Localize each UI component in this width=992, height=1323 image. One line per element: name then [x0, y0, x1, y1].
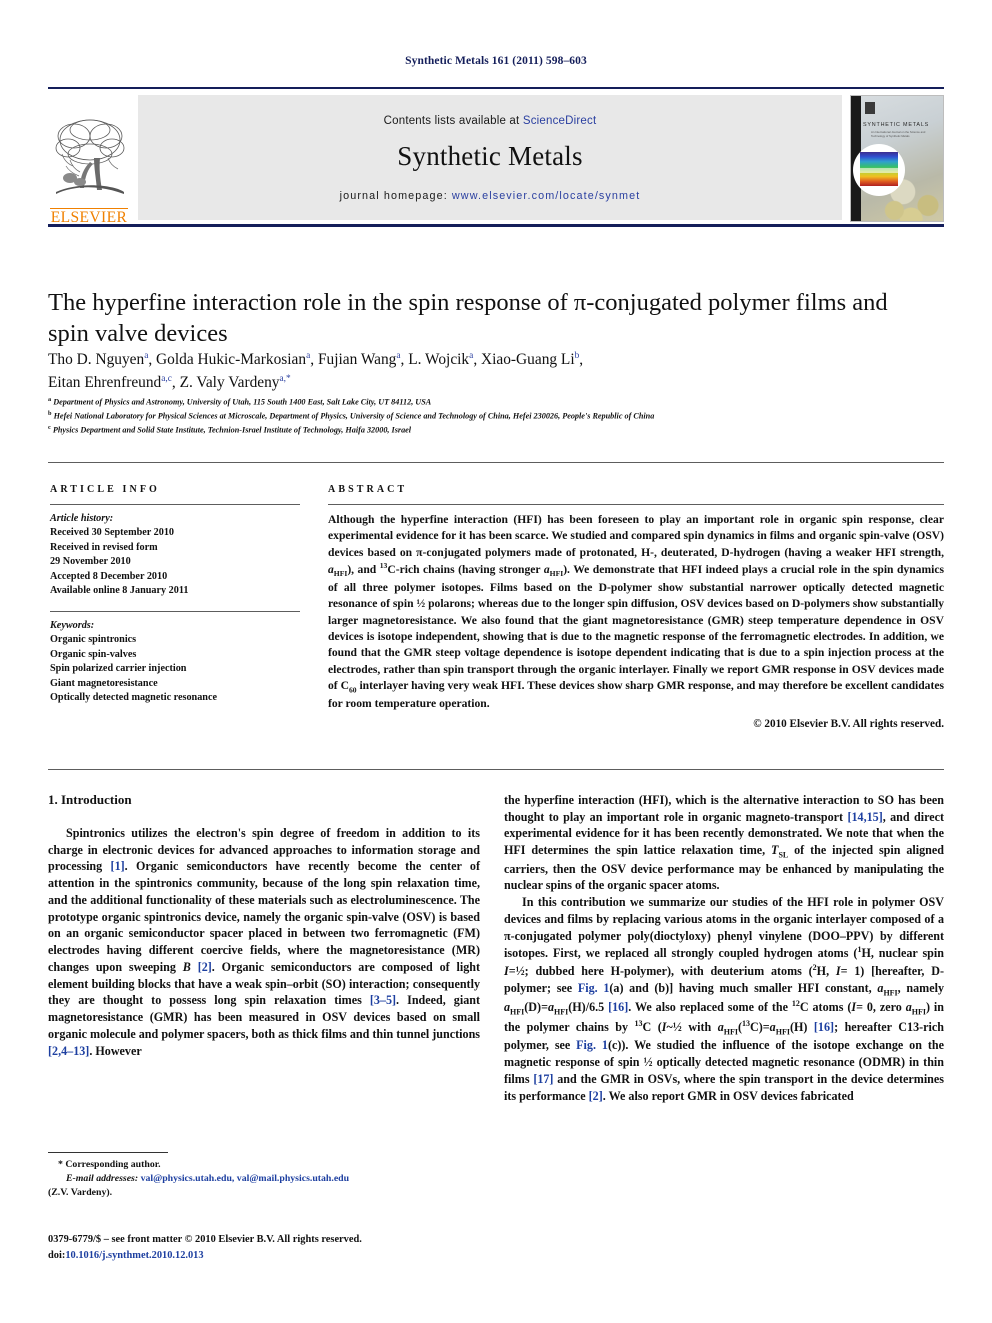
intro-paragraph-left: Spintronics utilizes the electron's spin… [48, 825, 480, 1059]
keyword-item: Organic spin-valves [50, 648, 137, 660]
affiliation-c: c Physics Department and Solid State Ins… [48, 424, 412, 435]
elsevier-logo: ELSEVIER [48, 95, 130, 226]
cover-spectrum-figure [860, 152, 898, 186]
article-page: Synthetic Metals 161 (2011) 598–603 ELSE… [0, 0, 992, 1323]
keyword-item: Spin polarized carrier injection [50, 663, 187, 675]
keyword-item: Optically detected magnetic resonance [50, 692, 218, 704]
keyword-item: Giant magnetoresistance [50, 677, 158, 689]
journal-homepage-line: journal homepage: www.elsevier.com/locat… [340, 190, 641, 202]
abstract-body: Although the hyperfine interaction (HFI)… [328, 513, 944, 710]
masthead-bottom-rule [48, 224, 944, 227]
abstract-rule [328, 504, 944, 505]
keywords-label: Keywords: [50, 619, 95, 631]
cover-journal-subtitle: An International Journal on the Science … [871, 130, 926, 138]
history-item: Received 30 September 2010 [50, 527, 175, 539]
author-line-1: Tho D. Nguyena, Golda Hukic-Markosiana, … [48, 350, 584, 368]
homepage-prefix: journal homepage: [339, 190, 452, 202]
cover-oval-inset [853, 144, 905, 196]
page-title: The hyperfine interaction role in the sp… [48, 289, 888, 348]
abstract-copyright: © 2010 Elsevier B.V. All rights reserved… [753, 718, 944, 731]
paragraph: Spintronics utilizes the electron's spin… [48, 826, 481, 1058]
paragraph: In this contribution we summarize our st… [504, 895, 945, 1103]
keywords-block: Keywords: Organic spintronics Organic sp… [50, 619, 300, 706]
email-link[interactable]: val@physics.utah.edu, val@mail.physics.u… [141, 1173, 350, 1184]
article-history-block: Article history: Received 30 September 2… [50, 512, 300, 599]
history-item: Accepted 8 December 2010 [50, 570, 168, 582]
issn-copyright-line: 0379-6779/$ – see front matter © 2010 El… [48, 1234, 362, 1245]
history-item: 29 November 2010 [50, 556, 131, 568]
history-item: Received in revised form [50, 541, 158, 553]
paragraph: the hyperfine interaction (HFI), which i… [504, 793, 944, 893]
doi-link[interactable]: 10.1016/j.synthmet.2010.12.013 [65, 1250, 203, 1261]
elsevier-tree-icon [50, 114, 128, 208]
journal-title: Synthetic Metals [397, 141, 583, 171]
running-head: Synthetic Metals 161 (2011) 598–603 [405, 55, 587, 67]
intro-paragraph-right: the hyperfine interaction (HFI), which i… [504, 792, 944, 1104]
journal-homepage-link[interactable]: www.elsevier.com/locate/synmet [452, 190, 640, 202]
keyword-item: Organic spintronics [50, 634, 137, 646]
imprint-block: 0379-6779/$ – see front matter © 2010 El… [48, 1232, 488, 1263]
email-label: E-mail addresses: [66, 1172, 139, 1184]
doi-label: doi: [48, 1249, 66, 1261]
article-history-label: Article history: [50, 513, 114, 524]
article-info-column: ARTICLE INFO Article history: Received 3… [50, 484, 300, 706]
article-info-heading: ARTICLE INFO [50, 484, 160, 495]
journal-masthead: ELSEVIER Contents lists available at Sci… [48, 87, 944, 226]
affiliation-b: b Hefei National Laboratory for Physical… [48, 410, 655, 421]
author-list: Tho D. Nguyena, Golda Hukic-Markosiana, … [48, 348, 938, 394]
affiliation-a: a Department of Physics and Astronomy, U… [48, 396, 432, 407]
abstract-heading: ABSTRACT [328, 484, 408, 495]
doi-line: doi:10.1016/j.synthmet.2010.12.013 [48, 1248, 488, 1264]
corresponding-author-note: * Corresponding author. [58, 1159, 161, 1170]
journal-band: Contents lists available at ScienceDirec… [138, 95, 842, 220]
body-column-right: the hyperfine interaction (HFI), which i… [504, 792, 944, 1104]
abstract-column: ABSTRACT Although the hyperfine interact… [328, 484, 944, 730]
sciencedirect-link[interactable]: ScienceDirect [523, 115, 597, 127]
history-item: Available online 8 January 2011 [50, 585, 189, 597]
corresponding-author-footnote: * Corresponding author. E-mail addresses… [48, 1152, 480, 1200]
journal-cover-thumbnail: SYNTHETIC METALS An International Journa… [850, 95, 944, 222]
email-line: E-mail addresses: val@physics.utah.edu, … [48, 1172, 480, 1186]
affiliations: a Department of Physics and Astronomy, U… [48, 395, 948, 437]
contents-available-line: Contents lists available at ScienceDirec… [384, 115, 597, 127]
contents-prefix: Contents lists available at [383, 115, 523, 127]
author-line-2: Eitan Ehrenfreunda,c, Z. Valy Vardenya,* [48, 373, 291, 392]
footnote-rule [48, 1152, 168, 1153]
cover-journal-title: SYNTHETIC METALS [863, 122, 930, 128]
email-attribution: (Z.V. Vardeny). [48, 1186, 113, 1198]
body-column-left: 1. Introduction Spintronics utilizes the… [48, 792, 480, 1059]
section-heading-introduction: 1. Introduction [48, 792, 132, 807]
article-info-rule [50, 504, 300, 505]
cover-publisher-mark-icon [865, 102, 875, 114]
keywords-rule [50, 610, 300, 612]
footnote-text: * Corresponding author. E-mail addresses… [48, 1158, 480, 1200]
